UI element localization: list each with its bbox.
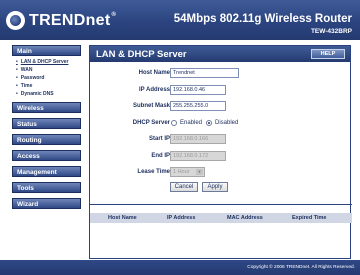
ip-address-label: IP Address [138, 87, 170, 93]
end-ip-label: End IP [151, 153, 170, 159]
content-panel: LAN & DHCP Server HELP Host Name Trendne… [89, 45, 352, 259]
dhcp-disabled-label: Disabled [215, 120, 239, 126]
brand-name: TRENDnet® [29, 11, 117, 29]
header: TRENDnet® 54Mbps 802.11g Wireless Router… [0, 0, 360, 40]
lease-time-label: Lease Time [137, 169, 170, 175]
dhcp-client-table-header: Host Name IP Address MAC Address Expired… [90, 213, 352, 223]
bullet-icon: • [16, 83, 18, 89]
dhcp-enabled-label: Enabled [180, 120, 203, 126]
dhcp-disabled-radio[interactable] [206, 120, 212, 126]
divider [90, 204, 352, 205]
dhcp-enabled-radio[interactable] [171, 120, 177, 126]
subnet-mask-label: Subnet Mask [132, 103, 170, 109]
trendnet-logo-icon [6, 11, 25, 30]
start-ip-label: Start IP [148, 136, 170, 142]
nav-main[interactable]: Main [12, 45, 81, 56]
end-ip-row: End IP 192.168.0.172 [90, 150, 352, 163]
start-ip-row: Start IP 192.168.0.166 [90, 133, 352, 146]
host-name-input[interactable]: Trendnet [170, 68, 239, 78]
product-model: TEW-432BRP [310, 28, 352, 35]
footer: Copyright © 2006 TRENDnet. All Rights Re… [0, 260, 360, 275]
lease-time-select[interactable]: 1 Hour ▼ [170, 167, 205, 177]
subnav-password[interactable]: • Password [12, 74, 81, 82]
apply-button[interactable]: Apply [202, 182, 228, 192]
ip-address-input[interactable]: 192.168.0.46 [170, 85, 226, 95]
action-row: Cancel Apply [90, 181, 352, 194]
host-name-row: Host Name Trendnet [90, 67, 352, 80]
dhcp-server-row: DHCP Server Enabled Disabled [90, 117, 352, 130]
subnav-wan[interactable]: • WAN [12, 66, 81, 74]
subnav-lan-dhcp[interactable]: • LAN & DHCP Server [12, 58, 81, 66]
product-title: 54Mbps 802.11g Wireless Router [173, 13, 352, 25]
chevron-down-icon: ▼ [196, 169, 203, 175]
ip-address-row: IP Address 192.168.0.46 [90, 84, 352, 97]
lease-time-row: Lease Time 1 Hour ▼ [90, 166, 352, 179]
subnet-mask-row: Subnet Mask 255.255.255.0 [90, 100, 352, 113]
col-ip-address: IP Address [167, 215, 196, 221]
nav-access[interactable]: Access [12, 150, 81, 161]
nav-tools[interactable]: Tools [12, 182, 81, 193]
nav-routing[interactable]: Routing [12, 134, 81, 145]
bullet-icon: • [16, 91, 18, 97]
subnet-mask-input[interactable]: 255.255.255.0 [170, 101, 226, 111]
main-submenu: • LAN & DHCP Server • WAN • Password • Time … [12, 58, 81, 98]
subnav-time[interactable]: • Time [12, 82, 81, 90]
lease-time-value: 1 Hour [173, 169, 190, 175]
sidebar: Main • LAN & DHCP Server • WAN • Password •… [12, 45, 81, 214]
host-name-label: Host Name [138, 70, 170, 76]
bullet-icon: • [16, 67, 18, 73]
dhcp-server-label: DHCP Server [132, 120, 170, 126]
nav-wizard[interactable]: Wizard [12, 198, 81, 209]
copyright-text: Copyright © 2006 TRENDnet. All Rights Re… [247, 265, 355, 270]
nav-status[interactable]: Status [12, 118, 81, 129]
col-expired-time: Expired Time [292, 215, 327, 221]
bullet-icon: • [16, 75, 18, 81]
page-title: LAN & DHCP Server [96, 49, 187, 60]
help-button[interactable]: HELP [311, 49, 345, 59]
subnav-dynamic-dns[interactable]: • Dynamic DNS [12, 90, 81, 98]
cancel-button[interactable]: Cancel [170, 182, 198, 192]
bullet-icon: • [16, 59, 18, 65]
col-host-name: Host Name [108, 215, 137, 221]
end-ip-input[interactable]: 192.168.0.172 [170, 151, 226, 161]
nav-wireless[interactable]: Wireless [12, 102, 81, 113]
nav-management[interactable]: Management [12, 166, 81, 177]
col-mac-address: MAC Address [227, 215, 263, 221]
logo: TRENDnet® [6, 11, 116, 30]
panel-header: LAN & DHCP Server HELP [90, 46, 350, 62]
start-ip-input[interactable]: 192.168.0.166 [170, 134, 226, 144]
